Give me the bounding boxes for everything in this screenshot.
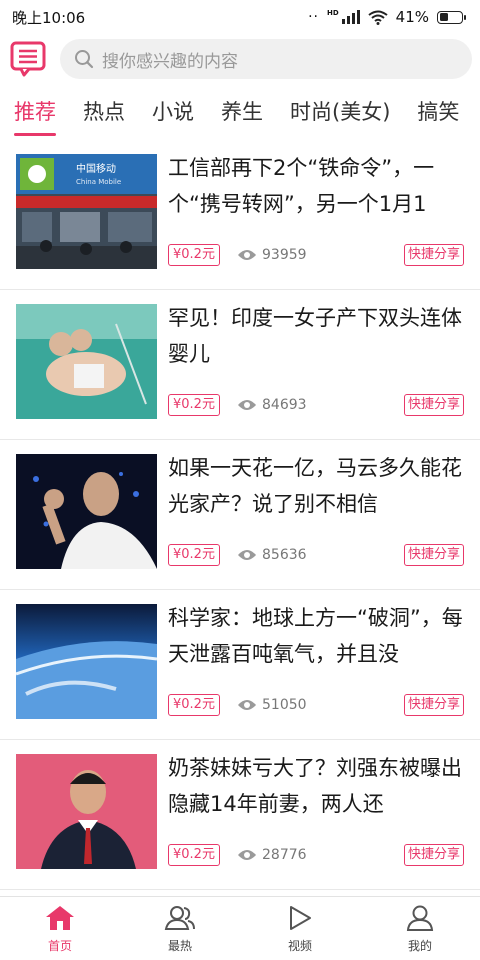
news-title: 奶茶妹妹亏大了？刘强东被曝出隐藏14年前妻，两人还 <box>168 756 462 816</box>
eye-icon <box>238 250 256 260</box>
svg-text:中国移动: 中国移动 <box>76 162 116 175</box>
view-count: 84693 <box>237 394 307 416</box>
tab-health[interactable]: 养生 <box>221 92 263 126</box>
message-icon[interactable] <box>10 41 46 77</box>
quick-share-button[interactable]: 快捷分享 <box>403 844 464 866</box>
news-thumbnail <box>16 454 157 569</box>
user-icon <box>406 905 434 931</box>
quick-share-button[interactable]: 快捷分享 <box>403 394 464 416</box>
eye-icon <box>238 400 256 410</box>
tab-fashion[interactable]: 时尚(美女) <box>290 92 390 126</box>
news-item[interactable]: 如果一天花一亿，马云多久能花光家产？说了别不相信 ¥0.2元 85636 快捷分… <box>0 440 480 590</box>
nav-home-label: 首页 <box>47 939 72 953</box>
network-type-label: HD <box>326 9 339 17</box>
status-bar: 晚上10:06 ·· HD 41% <box>0 0 480 34</box>
view-count-value: 84693 <box>262 397 307 413</box>
news-thumbnail <box>16 604 157 719</box>
status-icons: ·· HD 41% <box>308 8 466 26</box>
search-icon <box>75 50 94 69</box>
news-title: 科学家：地球上方一“破洞”，每天泄露百吨氧气，并且没 <box>168 606 463 666</box>
news-item[interactable]: 罕见！印度一女子产下双头连体婴儿 ¥0.2元 84693 快捷分享 <box>0 290 480 440</box>
header: 搜你感兴趣的内容 <box>0 38 480 80</box>
eye-icon <box>238 550 256 560</box>
view-count: 28776 <box>237 844 307 866</box>
view-count-value: 93959 <box>262 247 307 263</box>
news-thumbnail <box>16 754 157 869</box>
news-item[interactable]: 科学家：地球上方一“破洞”，每天泄露百吨氧气，并且没 ¥0.2元 51050 快… <box>0 590 480 740</box>
news-thumbnail: 中国移动 China Mobile <box>16 154 157 269</box>
play-icon <box>290 906 311 930</box>
search-bar[interactable]: 搜你感兴趣的内容 <box>60 39 472 79</box>
news-title: 如果一天花一亿，马云多久能花光家产？说了别不相信 <box>168 456 462 516</box>
view-count-value: 28776 <box>262 847 307 863</box>
home-icon <box>46 906 74 930</box>
nav-video[interactable]: 视频 <box>240 897 360 960</box>
news-title: 工信部再下2个“铁命令”，一个“携号转网”，另一个1月1 <box>168 156 435 216</box>
reward-badge: ¥0.2元 <box>168 394 220 416</box>
nav-mine[interactable]: 我的 <box>360 897 480 960</box>
news-list: 中国移动 China Mobile 工信部再下2个“铁命令”，一个“携号转网”，… <box>0 140 480 890</box>
category-tabs: 推荐 热点 小说 养生 时尚(美女) 搞笑 <box>0 92 480 136</box>
news-item[interactable]: 奶茶妹妹亏大了？刘强东被曝出隐藏14年前妻，两人还 ¥0.2元 28776 快捷… <box>0 740 480 890</box>
tab-novel[interactable]: 小说 <box>152 92 194 126</box>
battery-icon <box>437 10 466 24</box>
reward-badge: ¥0.2元 <box>168 544 220 566</box>
search-placeholder: 搜你感兴趣的内容 <box>102 51 238 72</box>
eye-icon <box>238 850 256 860</box>
tab-hot[interactable]: 热点 <box>83 92 125 126</box>
nav-home[interactable]: 首页 <box>0 897 120 960</box>
view-count-value: 85636 <box>262 547 307 563</box>
reward-badge: ¥0.2元 <box>168 844 220 866</box>
bottom-nav: 首页 最热 视频 我的 <box>0 896 480 960</box>
news-title: 罕见！印度一女子产下双头连体婴儿 <box>168 306 462 366</box>
news-item[interactable]: 中国移动 China Mobile 工信部再下2个“铁命令”，一个“携号转网”，… <box>0 140 480 290</box>
nav-mine-label: 我的 <box>407 939 432 953</box>
view-count: 85636 <box>237 544 307 566</box>
status-time: 晚上10:06 <box>12 8 86 27</box>
cellular-signal-icon: HD <box>327 10 360 24</box>
view-count: 93959 <box>237 244 307 266</box>
users-icon <box>164 906 195 930</box>
eye-icon <box>238 700 256 710</box>
view-count: 51050 <box>237 694 307 716</box>
svg-text:China Mobile: China Mobile <box>76 178 121 186</box>
news-thumbnail <box>16 304 157 419</box>
nav-video-label: 视频 <box>287 939 312 953</box>
tab-funny[interactable]: 搞笑 <box>417 92 459 126</box>
view-count-value: 51050 <box>262 697 307 713</box>
battery-percent: 41% <box>395 8 429 26</box>
wifi-icon <box>368 10 388 25</box>
more-dots-icon: ·· <box>308 9 319 25</box>
reward-badge: ¥0.2元 <box>168 694 220 716</box>
quick-share-button[interactable]: 快捷分享 <box>403 244 464 266</box>
quick-share-button[interactable]: 快捷分享 <box>403 694 464 716</box>
tab-recommend[interactable]: 推荐 <box>14 92 56 136</box>
reward-badge: ¥0.2元 <box>168 244 220 266</box>
nav-hottest-label: 最热 <box>167 939 192 953</box>
quick-share-button[interactable]: 快捷分享 <box>403 544 464 566</box>
nav-hottest[interactable]: 最热 <box>120 897 240 960</box>
